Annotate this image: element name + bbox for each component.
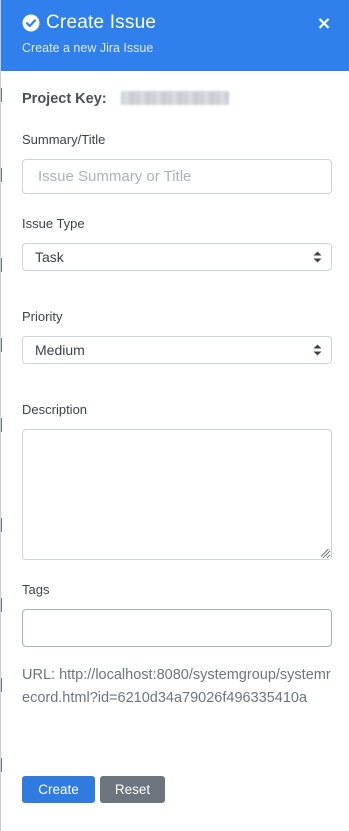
summary-label: Summary/Title (22, 132, 106, 147)
page-subtitle: Create a new Jira Issue (22, 41, 154, 55)
create-issue-panel: Create Issue Create a new Jira Issue × P… (0, 0, 349, 831)
reset-button[interactable]: Reset (100, 776, 165, 803)
summary-input[interactable] (22, 159, 332, 194)
issue-type-select[interactable]: Task (22, 243, 332, 271)
description-label: Description (22, 402, 88, 417)
close-icon: × (316, 13, 332, 34)
project-key-label: Project Key: (22, 91, 107, 107)
url-text: URL: http://localhost:8080/systemgroup/s… (22, 667, 331, 706)
issue-type-selected-value: Task (35, 249, 64, 265)
updown-chevron-icon (313, 251, 322, 263)
panel-header: Create Issue Create a new Jira Issue × (1, 0, 349, 71)
close-button[interactable]: × (311, 12, 337, 36)
create-button[interactable]: Create (22, 776, 95, 803)
priority-label: Priority (22, 309, 63, 324)
description-textarea[interactable] (22, 429, 332, 560)
tags-label: Tags (22, 582, 50, 597)
check-circle-icon (22, 14, 40, 32)
page-title: Create Issue (46, 12, 157, 33)
updown-chevron-icon (313, 344, 322, 356)
project-key-value-redacted (121, 91, 229, 105)
priority-select[interactable]: Medium (22, 336, 332, 364)
priority-selected-value: Medium (35, 342, 85, 358)
panel-edge-marks (1, 0, 2, 831)
issue-type-label: Issue Type (22, 216, 85, 231)
tags-input[interactable] (22, 609, 332, 647)
